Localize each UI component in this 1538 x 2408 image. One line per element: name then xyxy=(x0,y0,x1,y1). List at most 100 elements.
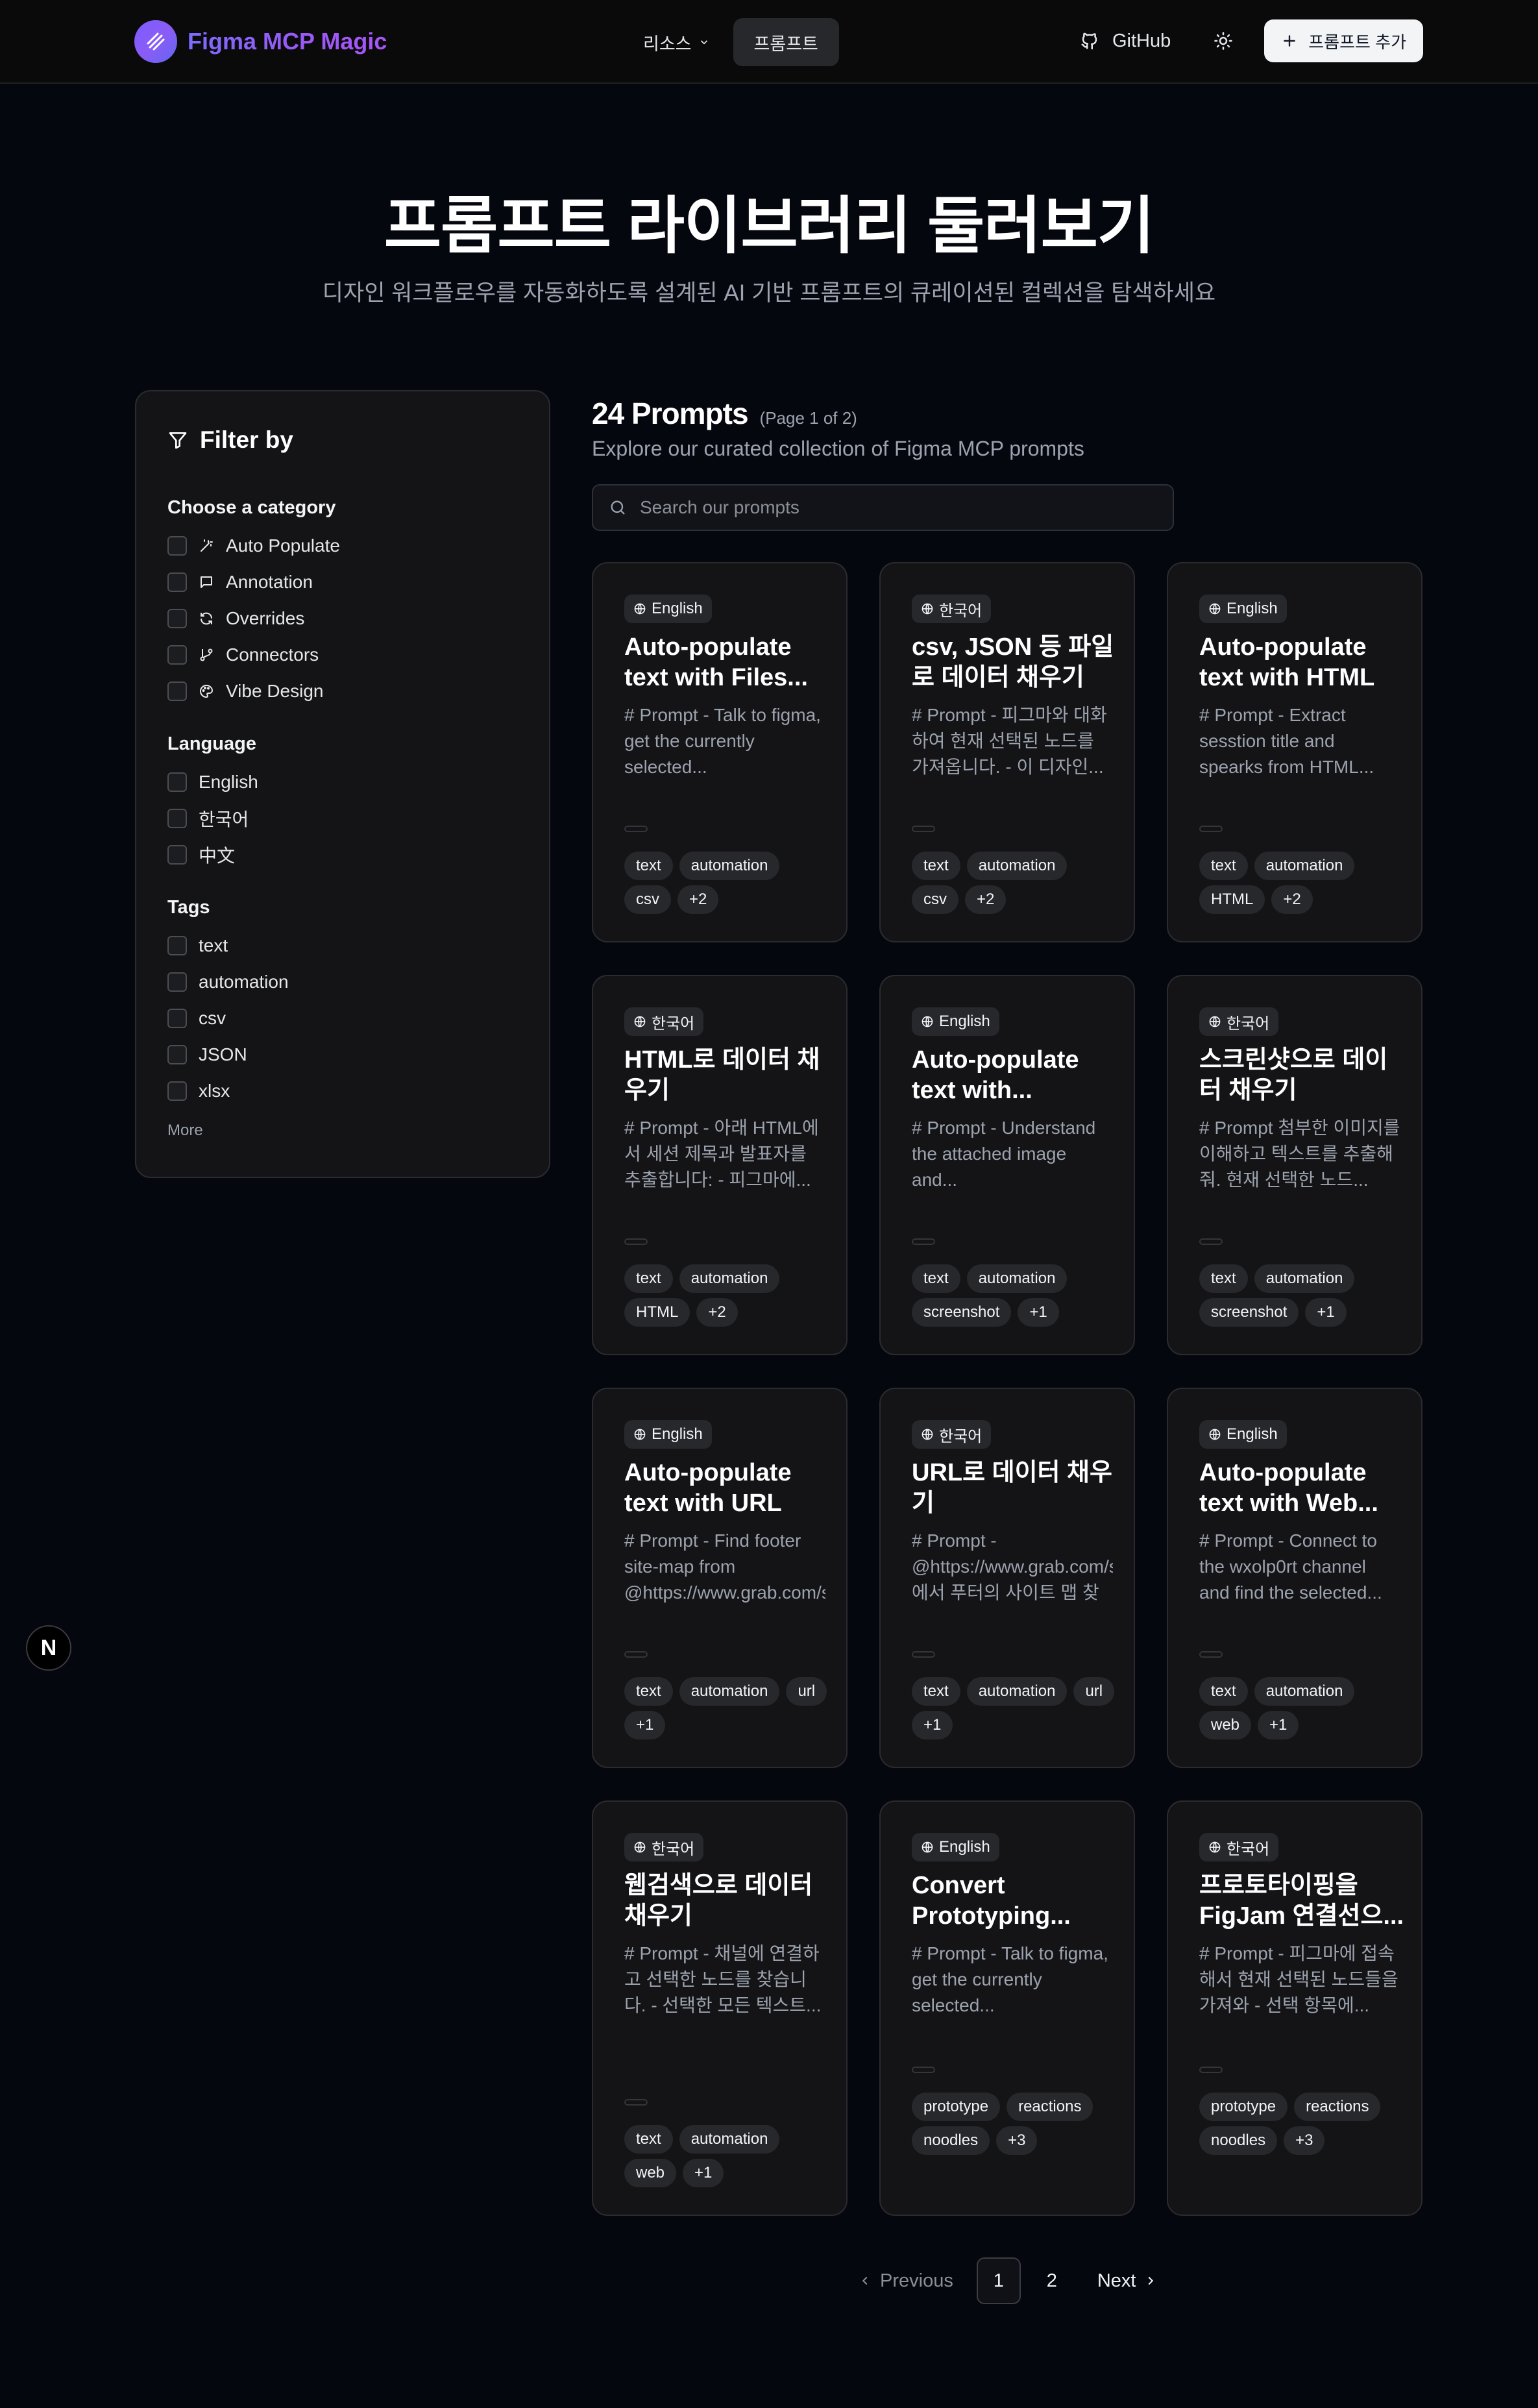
tag-filter-automation[interactable]: automation xyxy=(167,969,289,995)
checkbox[interactable] xyxy=(167,609,187,628)
tag-chip[interactable]: automation xyxy=(1254,1264,1355,1293)
language-chinese[interactable]: 中文 xyxy=(167,842,235,868)
search-bar[interactable] xyxy=(592,484,1174,531)
tag-filter-csv[interactable]: csv xyxy=(167,1005,226,1031)
tag-chip[interactable]: url xyxy=(1073,1677,1115,1706)
checkbox[interactable] xyxy=(167,972,187,992)
tag-chip[interactable]: +1 xyxy=(1258,1711,1299,1739)
checkbox[interactable] xyxy=(167,809,187,828)
language-english[interactable]: English xyxy=(167,769,258,795)
language-korean[interactable]: 한국어 xyxy=(167,805,249,831)
category-overrides[interactable]: Overrides xyxy=(167,606,304,632)
tag-chip[interactable]: text xyxy=(624,1264,673,1293)
tag-chip[interactable]: +1 xyxy=(683,2159,724,2187)
checkbox[interactable] xyxy=(167,845,187,865)
prompt-card[interactable]: 한국어 csv, JSON 등 파일로 데이터 채우기 # Prompt - 피그마… xyxy=(879,562,1135,942)
checkbox[interactable] xyxy=(167,536,187,556)
tag-chip[interactable]: +1 xyxy=(624,1711,666,1739)
tag-chip[interactable]: automation xyxy=(679,1264,780,1293)
tag-chip[interactable]: text xyxy=(1199,852,1248,880)
prompt-card[interactable]: 한국어 웹검색으로 데이터 채우기 # Prompt - 채널에 연결하고 선택한 … xyxy=(592,1800,848,2216)
prompt-card[interactable]: 한국어 스크린샷으로 데이터 채우기 # Prompt 첨부한 이미지를 이해하고 … xyxy=(1167,975,1422,1355)
checkbox[interactable] xyxy=(167,1045,187,1064)
tag-filter-json[interactable]: JSON xyxy=(167,1042,247,1068)
checkbox[interactable] xyxy=(167,645,187,665)
prompt-card[interactable]: English Auto-populate text with URL # Prom… xyxy=(592,1388,848,1768)
tag-chip[interactable]: +2 xyxy=(696,1298,738,1327)
tag-chip[interactable]: text xyxy=(912,852,960,880)
tag-chip[interactable]: noodles xyxy=(912,2126,990,2155)
category-connectors[interactable]: Connectors xyxy=(167,642,319,668)
tag-chip[interactable]: text xyxy=(912,1677,960,1706)
tag-chip[interactable]: web xyxy=(624,2159,677,2187)
tag-chip[interactable]: +2 xyxy=(677,885,719,914)
tag-chip[interactable]: +3 xyxy=(996,2126,1038,2155)
tag-chip[interactable]: automation xyxy=(966,1264,1068,1293)
tag-chip[interactable]: +1 xyxy=(1305,1298,1347,1327)
category-vibe-design[interactable]: Vibe Design xyxy=(167,678,323,704)
tag-chip[interactable]: text xyxy=(912,1264,960,1293)
tag-chip[interactable]: automation xyxy=(679,852,780,880)
more-tags-link[interactable]: More xyxy=(167,1122,203,1140)
tag-chip[interactable]: +2 xyxy=(1271,885,1313,914)
tag-chip[interactable]: +1 xyxy=(912,1711,953,1739)
prompt-card[interactable]: English Auto-populate text with Files... #… xyxy=(592,562,848,942)
tag-chip[interactable]: web xyxy=(1199,1711,1252,1739)
tag-chip[interactable]: automation xyxy=(679,1677,780,1706)
tag-chip[interactable]: HTML xyxy=(1199,885,1265,914)
tag-chip[interactable]: automation xyxy=(679,2125,780,2154)
prompt-card[interactable]: 한국어 URL로 데이터 채우기 # Prompt - @https://www.g… xyxy=(879,1388,1135,1768)
dev-tools-badge[interactable]: N xyxy=(26,1625,71,1671)
page-2-button[interactable]: 2 xyxy=(1030,2257,1074,2304)
tag-chip[interactable]: prototype xyxy=(1199,2093,1288,2121)
page-1-button[interactable]: 1 xyxy=(976,2257,1021,2304)
tag-chip[interactable]: reactions xyxy=(1007,2093,1093,2121)
tag-chip[interactable]: automation xyxy=(1254,852,1355,880)
tag-chip[interactable]: screenshot xyxy=(912,1298,1012,1327)
prompt-card[interactable]: 한국어 HTML로 데이터 채우기 # Prompt - 아래 HTML에서 세션 … xyxy=(592,975,848,1355)
add-prompt-button[interactable]: 프롬프트 추가 xyxy=(1264,19,1423,62)
tag-chip[interactable]: text xyxy=(624,2125,673,2154)
previous-page-button[interactable]: Previous xyxy=(844,2257,968,2304)
tag-chip[interactable]: text xyxy=(624,1677,673,1706)
prompt-card[interactable]: English Auto-populate text with... # Promp… xyxy=(879,975,1135,1355)
prompt-card[interactable]: English Auto-populate text with HTML # Pro… xyxy=(1167,562,1422,942)
next-page-button[interactable]: Next xyxy=(1083,2257,1173,2304)
tag-chip[interactable]: csv xyxy=(624,885,671,914)
tag-chip[interactable]: automation xyxy=(1254,1677,1355,1706)
tag-chip[interactable]: text xyxy=(624,852,673,880)
checkbox[interactable] xyxy=(167,682,187,701)
checkbox[interactable] xyxy=(167,572,187,592)
tag-filter-text[interactable]: text xyxy=(167,933,228,959)
search-input[interactable] xyxy=(640,497,1146,518)
nav-resources-dropdown[interactable]: 리소스 xyxy=(633,18,720,66)
tag-chip[interactable]: text xyxy=(1199,1677,1248,1706)
tag-chip[interactable]: automation xyxy=(966,852,1068,880)
tag-chip[interactable]: automation xyxy=(966,1677,1068,1706)
checkbox[interactable] xyxy=(167,936,187,955)
tag-chip[interactable]: prototype xyxy=(912,2093,1001,2121)
prompt-card[interactable]: English Auto-populate text with Web... # P… xyxy=(1167,1388,1422,1768)
tag-chip[interactable]: +3 xyxy=(1284,2126,1325,2155)
theme-toggle[interactable] xyxy=(1202,19,1245,62)
tag-chip[interactable]: HTML xyxy=(624,1298,690,1327)
tag-chip[interactable]: noodles xyxy=(1199,2126,1278,2155)
tag-chip[interactable]: text xyxy=(1199,1264,1248,1293)
checkbox[interactable] xyxy=(167,772,187,792)
github-link[interactable]: GitHub xyxy=(1068,19,1182,62)
tag-chip[interactable]: +1 xyxy=(1018,1298,1059,1327)
tag-chip[interactable]: reactions xyxy=(1294,2093,1381,2121)
logo[interactable]: Figma MCP Magic xyxy=(134,20,387,63)
category-annotation[interactable]: Annotation xyxy=(167,569,313,595)
tag-chip[interactable]: screenshot xyxy=(1199,1298,1299,1327)
tag-chip[interactable]: csv xyxy=(912,885,958,914)
tag-chip[interactable]: url xyxy=(786,1677,827,1706)
category-auto-populate[interactable]: Auto Populate xyxy=(167,533,340,559)
prompt-card[interactable]: English Convert Prototyping... # Prompt - … xyxy=(879,1800,1135,2216)
checkbox[interactable] xyxy=(167,1009,187,1028)
tag-chip[interactable]: +2 xyxy=(965,885,1007,914)
checkbox[interactable] xyxy=(167,1081,187,1101)
nav-prompts[interactable]: 프롬프트 xyxy=(733,18,839,66)
prompt-card[interactable]: 한국어 프로토타이핑을 FigJam 연결선으... # Prompt - 피그마에… xyxy=(1167,1800,1422,2216)
tag-filter-xlsx[interactable]: xlsx xyxy=(167,1078,230,1104)
